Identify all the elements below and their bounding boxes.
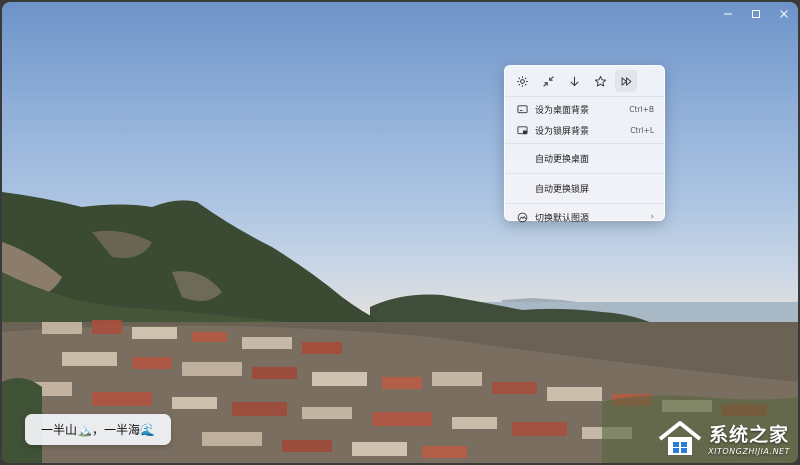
menu-item-label: 设为锁屏背景 <box>535 127 590 137</box>
window-controls <box>714 2 798 26</box>
shortcut-label: Ctrl+B <box>629 105 654 114</box>
close-icon <box>780 10 788 18</box>
watermark: 系统之家 XITONGZHIJIA.NET <box>656 417 790 459</box>
gear-icon <box>516 75 528 87</box>
minimize-button[interactable] <box>714 2 742 26</box>
download-icon <box>569 76 579 86</box>
close-button[interactable] <box>770 2 798 26</box>
menu-item-auto-lockscreen[interactable]: 自动更换锁屏 <box>505 176 664 201</box>
house-logo-icon <box>658 421 702 455</box>
desktop-icon <box>515 103 529 117</box>
fast-forward-icon <box>621 76 631 86</box>
shrink-button[interactable] <box>537 70 559 92</box>
menu-item-set-desktop[interactable]: 设为桌面背景 Ctrl+B <box>505 99 664 120</box>
menu-item-label: 设为桌面背景 <box>535 106 590 116</box>
next-button[interactable] <box>615 70 637 92</box>
favorite-button[interactable] <box>589 70 611 92</box>
collapse-icon <box>542 75 554 87</box>
settings-button[interactable] <box>511 70 533 92</box>
star-icon <box>594 75 606 86</box>
chevron-right-icon: › <box>650 212 654 222</box>
menu-item-auto-desktop[interactable]: 自动更换桌面 <box>505 146 664 171</box>
menu-divider <box>505 203 664 204</box>
shortcut-label: Ctrl+L <box>630 126 654 135</box>
image-source-icon <box>515 210 529 224</box>
image-caption[interactable]: 一半山🏔️，一半海🌊 <box>25 414 171 445</box>
menu-item-label: 切换默认图源 <box>535 213 590 224</box>
menu-item-label: 自动更换桌面 <box>535 155 590 165</box>
context-menu: 设为桌面背景 Ctrl+B 设为锁屏背景 Ctrl+L 自动更换桌面 自动更换锁… <box>504 65 665 224</box>
menu-toolbar <box>505 66 664 97</box>
menu-item-switch-source[interactable]: 切换默认图源 › <box>505 206 664 228</box>
wallpaper-window: 设为桌面背景 Ctrl+B 设为锁屏背景 Ctrl+L 自动更换桌面 自动更换锁… <box>2 2 798 463</box>
menu-divider <box>505 173 664 174</box>
watermark-url: XITONGZHIJIA.NET <box>708 447 790 456</box>
wallpaper-image <box>2 192 798 463</box>
watermark-title: 系统之家 <box>709 424 790 446</box>
lock-screen-icon <box>515 124 529 138</box>
maximize-button[interactable] <box>742 2 770 26</box>
minimize-icon <box>724 13 732 15</box>
menu-divider <box>505 143 664 144</box>
maximize-icon <box>752 10 760 18</box>
menu-item-label: 自动更换锁屏 <box>535 185 590 195</box>
menu-item-set-lockscreen[interactable]: 设为锁屏背景 Ctrl+L <box>505 120 664 141</box>
download-button[interactable] <box>563 70 585 92</box>
